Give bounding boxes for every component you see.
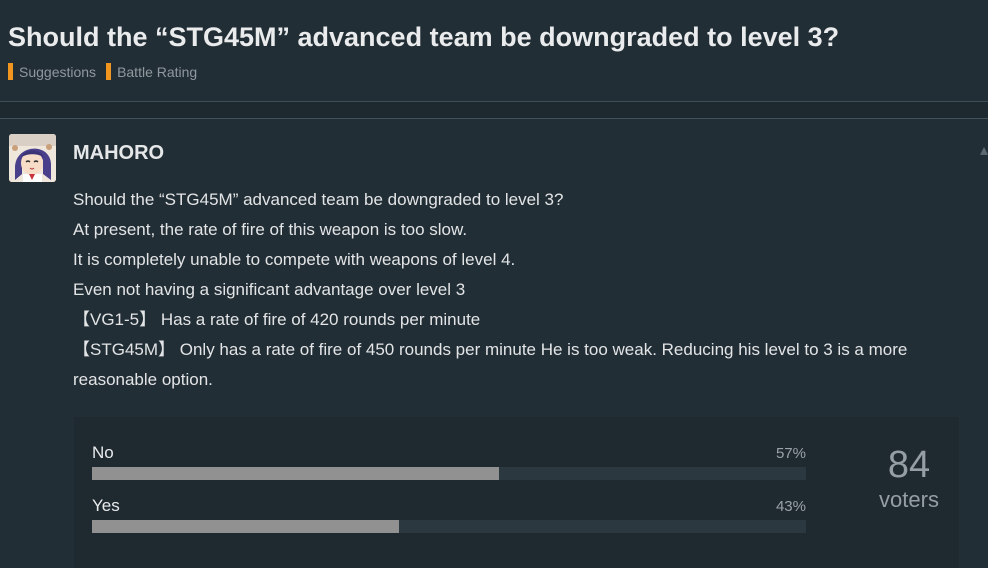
tag-label: Battle Rating xyxy=(117,63,198,80)
post-line: 【VG1-5】 Has a rate of fire of 420 rounds… xyxy=(73,310,481,329)
topic-page: Should the “STG45M” advanced team be dow… xyxy=(0,0,988,568)
topic-title[interactable]: Should the “STG45M” advanced team be dow… xyxy=(8,22,839,53)
tag-label: Suggestions xyxy=(19,63,97,80)
post-line: At present, the rate of fire of this wea… xyxy=(73,220,468,239)
username[interactable]: MAHORO xyxy=(73,142,164,165)
poll: No 57% Yes 43% 84 voters xyxy=(74,417,959,568)
header-band xyxy=(0,102,988,118)
post-line: 【STG45M】 Only has a rate of fire of 450 … xyxy=(73,340,908,389)
poll-progress-fill xyxy=(92,520,400,533)
post-line: Should the “STG45M” advanced team be dow… xyxy=(73,190,564,209)
divider xyxy=(0,118,988,119)
voters-count: 84 xyxy=(887,444,931,486)
user-avatar[interactable] xyxy=(9,134,56,182)
post-body: Should the “STG45M” advanced team be dow… xyxy=(73,185,963,395)
poll-progress-fill xyxy=(92,467,499,480)
category-color-icon xyxy=(106,63,112,80)
poll-option-percent: 43% xyxy=(775,498,806,515)
anime-avatar-icon xyxy=(9,134,56,182)
category-color-icon xyxy=(8,63,13,80)
poll-option-label: Yes xyxy=(92,496,120,515)
poll-progress-bar xyxy=(92,467,806,480)
poll-option-label: No xyxy=(92,443,114,462)
poll-progress-bar xyxy=(92,520,806,533)
post-line: It is completely unable to compete with … xyxy=(73,250,516,269)
tag-suggestions[interactable]: Suggestions xyxy=(8,63,96,80)
voters-label: voters xyxy=(879,487,939,512)
poll-voters: 84 voters xyxy=(864,445,954,513)
post-line: Even not having a significant advantage … xyxy=(73,280,466,299)
poll-option-percent: 57% xyxy=(775,445,806,462)
chevron-up-icon: ▴ xyxy=(979,142,988,159)
tag-battle-rating[interactable]: Battle Rating xyxy=(106,63,197,80)
topic-tags: Suggestions Battle Rating xyxy=(8,63,207,80)
